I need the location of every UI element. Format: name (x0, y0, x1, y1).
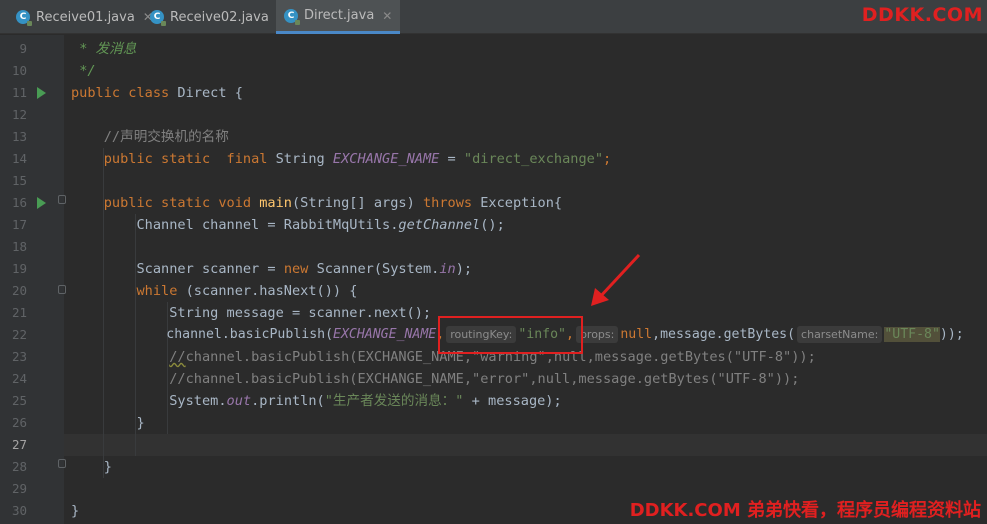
editor-tab-bar: C Receive01.java ✕ C Receive02.java ✕ C … (0, 0, 987, 34)
line-number: 14 (11, 151, 27, 166)
tab-label: Receive02.java (170, 9, 269, 25)
line-number: 9 (19, 41, 27, 56)
code-line: Scanner scanner = new Scanner(System.in)… (136, 261, 473, 277)
line-number: 15 (11, 173, 27, 188)
line-number: 27 (11, 437, 27, 452)
line-number: 29 (11, 481, 27, 496)
code-line: } (136, 415, 145, 431)
java-class-icon: C (284, 8, 300, 25)
line-number: 24 (11, 371, 27, 386)
close-icon[interactable]: ✕ (382, 9, 392, 23)
tab-label: Receive01.java (36, 9, 135, 25)
tab-receive02[interactable]: C Receive02.java ✕ (142, 0, 295, 34)
line-number: 12 (11, 107, 27, 122)
line-number: 21 (11, 305, 27, 320)
code-editor[interactable]: * 发消息 */ public class Direct { //声明交换机的名… (64, 35, 987, 524)
code-line: */ (79, 63, 96, 79)
line-number: 26 (11, 415, 27, 430)
line-number: 16 (0, 192, 64, 214)
line-number: 20 (11, 283, 27, 298)
java-class-icon: C (150, 10, 166, 26)
line-number: 30 (11, 503, 27, 518)
line-number: 11 (0, 82, 64, 104)
code-line: while (scanner.hasNext()) { (136, 283, 358, 299)
highlight-box (438, 316, 583, 354)
line-number: 28 (11, 459, 27, 474)
tab-label: Direct.java (304, 8, 375, 23)
line-number-gutter: 9 10 11 12 13 14 15 16 17 18 19 20 21 22… (0, 35, 66, 524)
code-line: } (71, 503, 80, 519)
line-number: 23 (11, 349, 27, 364)
line-number: 19 (11, 261, 27, 276)
run-icon[interactable] (37, 87, 46, 99)
code-line: public static void main(String[] args) t… (103, 195, 563, 211)
code-line: public class Direct { (71, 85, 243, 101)
parameter-hint: charsetName: (797, 326, 883, 343)
code-line: //channel.basicPublish(EXCHANGE_NAME,"er… (169, 371, 800, 387)
watermark-logo: DDKK.COM (861, 4, 983, 26)
code-line: //声明交换机的名称 (103, 129, 229, 145)
code-line: System.out.println("生产者发送的消息：" + message… (169, 393, 562, 409)
code-line: public static final String EXCHANGE_NAME… (103, 151, 612, 167)
line-number: 17 (11, 217, 27, 232)
code-line: } (103, 459, 112, 475)
run-icon[interactable] (37, 197, 46, 209)
line-number: 10 (11, 63, 27, 78)
code-line: Channel channel = RabbitMqUtils.getChann… (136, 217, 505, 233)
line-number: 13 (11, 129, 27, 144)
tab-direct[interactable]: C Direct.java ✕ (276, 0, 401, 34)
code-line: String message = scanner.next(); (169, 305, 432, 321)
line-number: 22 (11, 327, 27, 342)
annotation-arrow-icon (591, 253, 641, 306)
java-class-icon: C (16, 10, 32, 26)
watermark-banner: DDKK.COM 弟弟快看，程序员编程资料站 (629, 500, 981, 521)
line-number: 25 (11, 393, 27, 408)
current-line-highlight (64, 434, 987, 456)
line-number: 18 (11, 239, 27, 254)
code-line: * 发消息 (79, 41, 137, 57)
tab-receive01[interactable]: C Receive01.java ✕ (8, 0, 161, 34)
